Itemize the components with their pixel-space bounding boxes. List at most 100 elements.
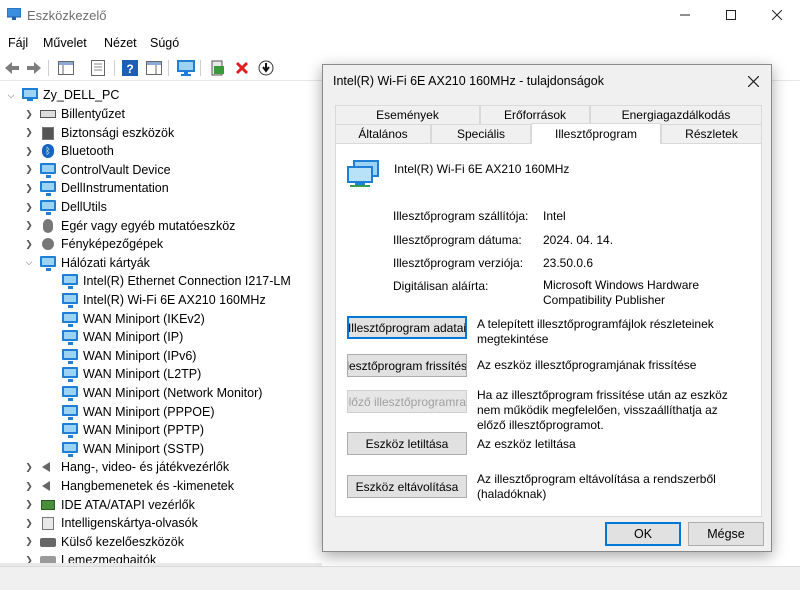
dialog-close-button[interactable] xyxy=(739,69,767,93)
roll-back-driver-button[interactable]: Visszaállás az előző illesztőprogramra xyxy=(347,390,467,413)
tree-item-label: Intelligenskártya-olvasók xyxy=(61,516,198,531)
tree-device[interactable]: WAN Miniport (PPPOE) xyxy=(46,403,215,421)
action-pane-button[interactable] xyxy=(144,58,164,78)
roll-back-driver-label: Visszaállás az előző illesztőprogramra xyxy=(348,394,466,409)
chevron-right-icon[interactable]: ❯ xyxy=(24,146,34,157)
tab-power-management[interactable]: Energiagazdálkodás xyxy=(590,105,762,124)
tree-root[interactable]: ⌵ Zy_DELL_PC xyxy=(6,86,119,104)
device-manager-icon xyxy=(7,8,21,20)
network-adapter-icon xyxy=(62,311,78,327)
tree-device[interactable]: Intel(R) Ethernet Connection I217-LM xyxy=(46,272,291,290)
tree-category[interactable]: ❯ Külső kezelőeszközök xyxy=(24,533,184,551)
tab-driver[interactable]: Illesztőprogram xyxy=(531,123,661,144)
chevron-right-icon[interactable]: ❯ xyxy=(24,536,34,547)
minimize-button[interactable] xyxy=(662,0,708,30)
chevron-right-icon[interactable]: ❯ xyxy=(24,109,34,120)
chevron-right-icon[interactable]: ❯ xyxy=(24,239,34,250)
tab-details[interactable]: Részletek xyxy=(661,124,762,143)
tree-category[interactable]: ❯ ᛒ Bluetooth xyxy=(24,142,114,160)
tree-category[interactable]: ❯ Billentyűzet xyxy=(24,105,125,123)
maximize-icon xyxy=(726,10,736,20)
help-button[interactable]: ? xyxy=(120,58,140,78)
maximize-button[interactable] xyxy=(708,0,754,30)
tree-category[interactable]: ❯ DellUtils xyxy=(24,198,107,216)
forward-button[interactable] xyxy=(24,58,44,78)
scan-hardware-button[interactable] xyxy=(176,58,196,78)
uninstall-device-button[interactable] xyxy=(232,58,252,78)
tree-device[interactable]: WAN Miniport (SSTP) xyxy=(46,440,204,458)
tree-category[interactable]: ❯ Hangbemenetek és -kimenetek xyxy=(24,477,234,495)
show-hide-console-tree-button[interactable] xyxy=(56,58,76,78)
tree-category[interactable]: ❯ Egér vagy egyéb mutatóeszköz xyxy=(24,217,235,235)
device-icon xyxy=(40,535,56,549)
tree-category[interactable]: ❯ Hang-, video- és játékvezérlők xyxy=(24,458,229,476)
tree-device[interactable]: WAN Miniport (PPTP) xyxy=(46,421,204,439)
tree-item-label: DellUtils xyxy=(61,200,107,214)
tree-device[interactable]: WAN Miniport (IKEv2) xyxy=(46,310,205,328)
tree-item-label: Hálózati kártyák xyxy=(61,255,150,270)
tree-item-label: WAN Miniport (IP) xyxy=(83,330,184,345)
network-adapter-icon xyxy=(62,404,78,420)
driver-provider-value: Intel xyxy=(543,209,566,223)
tab-events[interactable]: Események xyxy=(335,105,480,124)
chevron-down-icon[interactable]: ⌵ xyxy=(24,257,34,268)
tab-resources[interactable]: Erőforrások xyxy=(480,105,590,124)
menu-view[interactable]: Nézet xyxy=(104,36,137,50)
tree-device[interactable]: WAN Miniport (IPv6) xyxy=(46,347,196,365)
close-icon xyxy=(747,75,759,87)
tree-category[interactable]: ❯ Fényképezőgépek xyxy=(24,235,163,253)
tree-category[interactable]: ⌵ Hálózati kártyák xyxy=(24,254,150,272)
ok-button[interactable]: OK xyxy=(605,522,681,546)
network-adapter-icon xyxy=(62,330,78,346)
disable-device-button[interactable]: Eszköz letiltása xyxy=(347,432,467,455)
device-tree[interactable]: ⌵ Zy_DELL_PC ❯ Billentyűzet ❯ Biztonsági es… xyxy=(0,84,322,564)
network-adapter-icon xyxy=(62,367,78,383)
red-x-icon xyxy=(235,61,249,75)
tree-category[interactable]: ❯ IDE ATA/ATAPI vezérlők xyxy=(24,496,195,514)
menu-help[interactable]: Súgó xyxy=(150,36,179,50)
properties-button[interactable] xyxy=(88,58,108,78)
driver-details-button[interactable]: Illesztőprogram adatai xyxy=(347,316,467,339)
chevron-right-icon[interactable]: ❯ xyxy=(24,462,34,473)
menu-file[interactable]: Fájl xyxy=(8,36,28,50)
chevron-right-icon[interactable]: ❯ xyxy=(24,183,34,194)
chevron-down-icon[interactable]: ⌵ xyxy=(6,90,16,101)
network-adapter-icon xyxy=(40,255,56,271)
tree-device[interactable]: Intel(R) Wi-Fi 6E AX210 160MHz xyxy=(46,291,266,309)
tree-category[interactable]: ❯ ControlVault Device xyxy=(24,161,171,179)
driver-provider-label: Illesztőprogram szállítója: xyxy=(393,209,529,223)
tree-device[interactable]: WAN Miniport (Network Monitor) xyxy=(46,384,262,402)
tree-category[interactable]: ❯ Intelligenskártya-olvasók xyxy=(24,514,198,532)
chevron-right-icon[interactable]: ❯ xyxy=(24,518,34,529)
update-driver-button[interactable]: Illesztőprogram frissítése xyxy=(347,354,467,377)
uninstall-device-button[interactable]: Eszköz eltávolítása xyxy=(347,475,467,498)
chevron-right-icon[interactable]: ❯ xyxy=(24,481,34,492)
tree-device[interactable]: WAN Miniport (IP) xyxy=(46,328,183,346)
menu-action[interactable]: Művelet xyxy=(43,36,87,50)
chevron-right-icon[interactable]: ❯ xyxy=(24,164,34,175)
network-adapter-icon xyxy=(62,348,78,364)
tree-device[interactable]: WAN Miniport (L2TP) xyxy=(46,365,201,383)
chevron-right-icon[interactable]: ❯ xyxy=(24,499,34,510)
tree-item-label: WAN Miniport (IPv6) xyxy=(83,348,197,363)
download-circle-icon xyxy=(258,60,274,76)
chevron-right-icon[interactable]: ❯ xyxy=(24,202,34,213)
tab-advanced[interactable]: Speciális xyxy=(431,124,531,143)
toolbar-separator xyxy=(114,60,115,76)
tree-item-label: Intel(R) Ethernet Connection I217-LM xyxy=(83,274,291,289)
tree-item-label: Fényképezőgépek xyxy=(61,237,164,252)
chevron-right-icon[interactable]: ❯ xyxy=(24,220,34,231)
tree-item-label: Külső kezelőeszközök xyxy=(61,534,184,549)
tab-general[interactable]: Általános xyxy=(335,124,431,143)
chevron-right-icon[interactable]: ❯ xyxy=(24,127,34,138)
close-window-button[interactable] xyxy=(754,0,800,30)
enable-device-button[interactable] xyxy=(256,58,276,78)
cancel-button[interactable]: Mégse xyxy=(688,522,764,546)
back-button[interactable] xyxy=(2,58,22,78)
update-driver-button[interactable] xyxy=(208,58,228,78)
tree-item-label: Hang-, video- és játékvezérlők xyxy=(61,460,230,475)
tree-category[interactable]: ❯ DellInstrumentation xyxy=(24,179,169,197)
tree-category[interactable]: ❯ Biztonsági eszközök xyxy=(24,124,174,142)
status-bar xyxy=(0,566,800,590)
console-tree-icon xyxy=(58,61,74,75)
